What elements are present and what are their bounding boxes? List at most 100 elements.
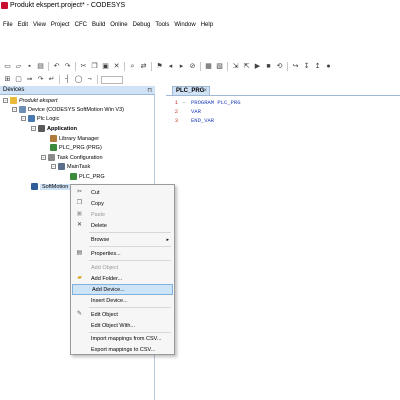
undo-icon[interactable]: ↶ [52, 62, 61, 71]
return-icon[interactable]: ↵ [47, 75, 56, 84]
paste-icon[interactable]: ▣ [101, 62, 110, 71]
box-icon[interactable]: ▢ [14, 75, 23, 84]
cut-icon[interactable]: ✂ [79, 62, 88, 71]
menu-file[interactable]: File [3, 22, 13, 28]
menu-bar: File Edit View Project CFC Build Online … [0, 20, 400, 30]
print-icon[interactable]: ▤ [36, 62, 45, 71]
menu-item-add-folder[interactable]: ▰ Add Folder... [72, 273, 173, 284]
step-over-icon[interactable]: ↪ [291, 62, 300, 71]
toolbar-separator [287, 62, 288, 71]
tree-node-device[interactable]: − Device (CODESYS SoftMotion Win V3) [12, 105, 124, 114]
library-manager-icon [50, 135, 57, 142]
edit-object-icon: ✎ [76, 311, 83, 317]
tree-node-label: PLC_PRG [79, 173, 105, 180]
pin-icon[interactable]: ⊓ [147, 87, 152, 94]
code-editor[interactable]: 1 − PROGRAM PLC_PRG 2 VAR 3 END_VAR [166, 96, 400, 400]
coil-icon[interactable]: ◯ [74, 75, 83, 84]
step-out-icon[interactable]: ↥ [313, 62, 322, 71]
collapse-icon[interactable]: − [31, 126, 36, 131]
menu-edit[interactable]: Edit [18, 22, 28, 28]
menu-item-copy[interactable]: ❐ Copy [72, 198, 173, 209]
menu-item-label: Paste [91, 211, 106, 218]
tree-node-maintask[interactable]: − MainTask [51, 162, 90, 171]
new-file-icon[interactable]: ▭ [3, 62, 12, 71]
program-icon [50, 144, 57, 151]
menu-item-edit-object-with[interactable]: Edit Object With... [72, 320, 173, 331]
toolbar-separator [124, 62, 125, 71]
code-text: VAR [191, 107, 201, 115]
toolbar-separator [227, 62, 228, 71]
menu-item-browse[interactable]: Browse ▸ [72, 234, 173, 245]
menu-item-paste[interactable]: ▣ Paste [72, 209, 173, 220]
tree-node-label: Task Configuration [57, 154, 103, 161]
close-icon[interactable]: × [203, 88, 207, 94]
rebuild-icon[interactable]: ▧ [215, 62, 224, 71]
save-icon[interactable]: ▪ [25, 62, 34, 71]
contact-icon[interactable]: ┤ [63, 75, 72, 84]
step-into-icon[interactable]: ↧ [302, 62, 311, 71]
delete-icon[interactable]: ✕ [112, 62, 121, 71]
stop-icon[interactable]: ■ [264, 62, 273, 71]
zoom-combo[interactable] [101, 75, 123, 84]
code-text: END_VAR [191, 116, 215, 124]
tree-node-label: Produkt ekspert [19, 97, 58, 104]
collapse-icon[interactable]: − [21, 116, 26, 121]
menu-view[interactable]: View [33, 22, 46, 28]
menu-item-label: Properties... [91, 250, 121, 257]
menu-tools[interactable]: Tools [155, 22, 169, 28]
collapse-icon[interactable]: − [51, 164, 56, 169]
menu-window[interactable]: Window [174, 22, 195, 28]
bookmark-icon[interactable]: ⚑ [155, 62, 164, 71]
menu-item-cut[interactable]: ✂ Cut [72, 187, 173, 198]
breakpoint-icon[interactable]: ● [324, 62, 333, 71]
collapse-icon[interactable]: − [41, 155, 46, 160]
tree-node-plc-prg-call[interactable]: PLC_PRG [70, 172, 105, 181]
menu-help[interactable]: Help [201, 22, 213, 28]
negate-icon[interactable]: ¬ [85, 75, 94, 84]
menu-item-export-csv[interactable]: Export mappings to CSV... [72, 344, 173, 355]
next-bookmark-icon[interactable]: ▸ [177, 62, 186, 71]
menu-item-edit-object[interactable]: ✎ Edit Object [72, 309, 173, 320]
tree-node-plc-prg[interactable]: PLC_PRG (PRG) [50, 143, 102, 152]
redo-icon[interactable]: ↷ [63, 62, 72, 71]
menu-item-properties[interactable]: ▤ Properties... [72, 248, 173, 259]
login-icon[interactable]: ⇲ [231, 62, 240, 71]
tree-node-plc-logic[interactable]: − Plc Logic [21, 114, 59, 123]
replace-icon[interactable]: ⇄ [139, 62, 148, 71]
devices-pane-title: Devices [3, 87, 25, 93]
menu-build[interactable]: Build [92, 22, 105, 28]
logout-icon[interactable]: ⇱ [242, 62, 251, 71]
prev-bookmark-icon[interactable]: ◂ [166, 62, 175, 71]
toolbar-separator [97, 75, 98, 84]
open-folder-icon[interactable]: ▱ [14, 62, 23, 71]
collapse-icon[interactable]: − [12, 107, 17, 112]
menu-item-import-csv[interactable]: Import mappings from CSV... [72, 333, 173, 344]
reset-icon[interactable]: ⟲ [275, 62, 284, 71]
clear-bookmarks-icon[interactable]: ⊘ [188, 62, 197, 71]
copy-icon[interactable]: ❐ [90, 62, 99, 71]
tree-node-project[interactable]: − Produkt ekspert [3, 96, 58, 105]
fold-icon[interactable]: − [181, 99, 187, 106]
menu-item-delete[interactable]: ✕ Delete [72, 220, 173, 231]
menu-item-add-device[interactable]: Add Device... [72, 284, 173, 295]
jump-icon[interactable]: ↷ [36, 75, 45, 84]
start-icon[interactable]: ▶ [253, 62, 262, 71]
code-text: PROGRAM PLC_PRG [191, 98, 241, 106]
menu-item-insert-device[interactable]: Insert Device... [72, 295, 173, 306]
collapse-icon[interactable]: − [3, 98, 8, 103]
menu-separator [89, 260, 171, 261]
menu-cfc[interactable]: CFC [75, 22, 87, 28]
menu-project[interactable]: Project [51, 22, 70, 28]
menu-debug[interactable]: Debug [133, 22, 151, 28]
menu-online[interactable]: Online [110, 22, 127, 28]
tree-node-application[interactable]: − Application [31, 124, 77, 133]
network-icon[interactable]: ⊞ [3, 75, 12, 84]
find-icon[interactable]: ⌕ [128, 62, 137, 71]
tree-node-task-configuration[interactable]: − Task Configuration [41, 153, 103, 162]
assignment-icon[interactable]: ⇒ [25, 75, 34, 84]
build-icon[interactable]: ▦ [204, 62, 213, 71]
toolbar-separator [48, 62, 49, 71]
menu-item-add-object[interactable]: Add Object [72, 262, 173, 273]
tab-plc-prg[interactable]: PLC_PRG × [172, 86, 210, 95]
tree-node-library-manager[interactable]: Library Manager [50, 134, 99, 143]
